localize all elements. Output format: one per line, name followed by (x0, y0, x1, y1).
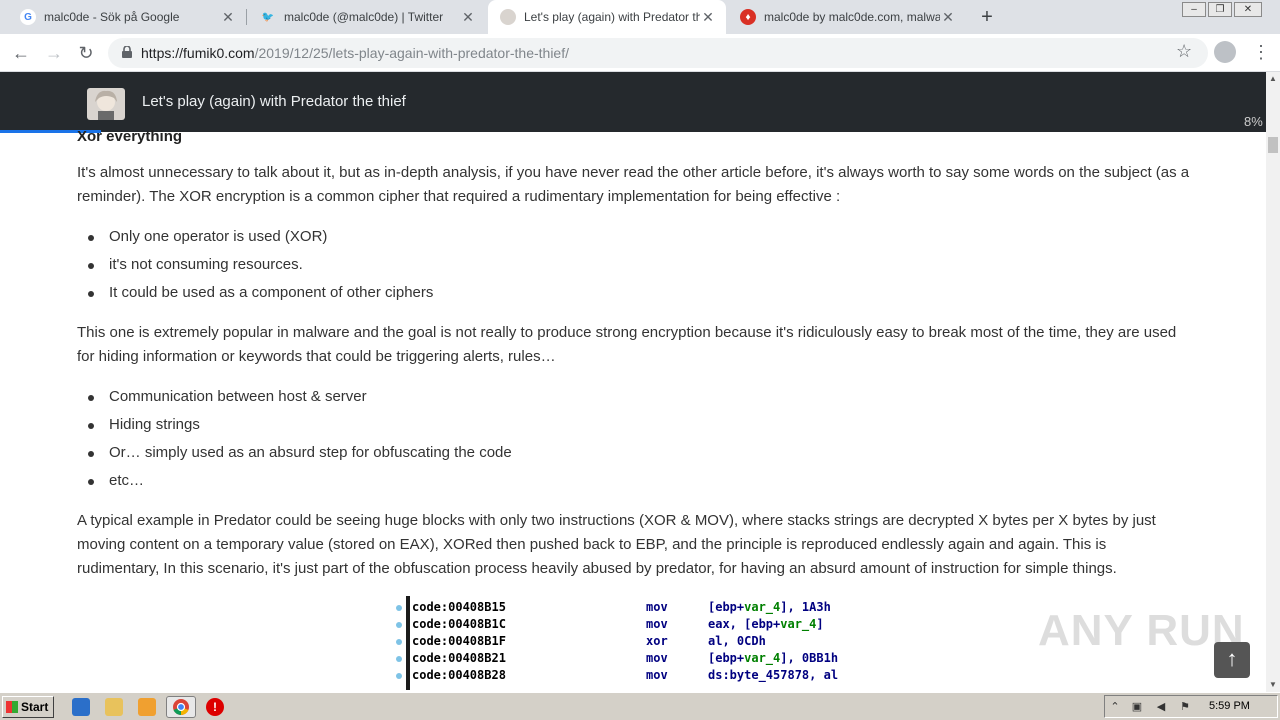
code-address: code:00408B15 (412, 600, 506, 614)
start-label: Start (21, 700, 49, 714)
paragraph-example: A typical example in Predator could be s… (77, 512, 1156, 577)
minimize-icon[interactable]: – (1182, 2, 1206, 17)
clock-time[interactable]: 5:59 PM (1209, 700, 1250, 712)
breakpoint-dot-icon (396, 656, 402, 662)
close-window-icon[interactable]: ✕ (1234, 2, 1262, 17)
restore-icon[interactable]: ❐ (1208, 2, 1232, 17)
breakpoint-dot-icon (396, 673, 402, 679)
scrollbar-thumb[interactable] (1268, 137, 1278, 153)
site-header: Let's play (again) with Predator the thi… (0, 72, 1266, 132)
bookmark-star-icon[interactable]: ☆ (1176, 41, 1192, 62)
tray-expand-icon[interactable]: ⌃ (1109, 701, 1121, 713)
windows-taskbar: Start ! ⌃ ▣ ◀ ⚑ 5:59 PM (0, 692, 1280, 720)
code-address: code:00408B1C (412, 617, 506, 631)
profile-avatar-icon[interactable] (1214, 41, 1236, 63)
close-icon[interactable]: ✕ (700, 9, 716, 26)
url-text: https://fumik0.com/2019/12/25/lets-play-… (141, 45, 569, 61)
code-line: code:00408B1C mov eax, [ebp+var_4] (396, 617, 876, 634)
close-icon[interactable]: ✕ (940, 9, 956, 26)
forward-icon[interactable]: → (43, 42, 65, 64)
site-title[interactable]: Let's play (again) with Predator the thi… (142, 93, 406, 110)
url-host: https://fumik0.com (141, 45, 255, 61)
bullet-list-uses: Communication between host & server Hidi… (88, 385, 512, 497)
start-button[interactable]: Start (2, 696, 54, 718)
reload-icon[interactable]: ↻ (75, 42, 97, 64)
ie-icon[interactable] (72, 698, 90, 716)
tab-title: malc0de by malc0de.com, malware I (764, 10, 940, 24)
code-operands: al, 0CDh (708, 634, 766, 648)
code-operands: eax, [ebp+var_4] (708, 617, 824, 631)
paragraph-intro: It's almost unnecessary to talk about it… (77, 164, 1190, 205)
explorer-folder-icon[interactable] (105, 698, 123, 716)
code-mnemonic: mov (646, 600, 668, 614)
window-controls: – ❐ ✕ (1180, 2, 1262, 17)
code-address: code:00408B21 (412, 651, 506, 665)
windows-logo-icon (6, 701, 18, 713)
vertical-scrollbar[interactable]: ▲ ▼ (1266, 72, 1280, 692)
system-tray: ⌃ ▣ ◀ ⚑ 5:59 PM (1104, 695, 1278, 718)
close-icon[interactable]: ✕ (460, 9, 476, 26)
tab-strip: G malc0de - Sök på Google ✕ 🐦 malc0de (@… (0, 0, 1280, 34)
chrome-taskbar-button[interactable] (166, 696, 196, 718)
tab-title: Let's play (again) with Predator the thi… (524, 10, 700, 24)
tab-google-search[interactable]: G malc0de - Sök på Google ✕ (8, 0, 246, 34)
list-item: Hiding strings (88, 413, 512, 441)
menu-kebab-icon[interactable]: ⋮ (1252, 42, 1270, 62)
breakpoint-dot-icon (396, 605, 402, 611)
code-operands: [ebp+var_4], 1A3h (708, 600, 831, 614)
url-path: /2019/12/25/lets-play-again-with-predato… (254, 45, 569, 61)
code-mnemonic: mov (646, 617, 668, 631)
list-item: It could be used as a component of other… (87, 281, 433, 309)
browser-toolbar: ← → ↻ https://fumik0.com/2019/12/25/lets… (0, 34, 1280, 72)
address-bar[interactable]: https://fumik0.com/2019/12/25/lets-play-… (108, 38, 1208, 68)
section-heading: Xor everything (77, 128, 183, 145)
volume-icon[interactable]: ◀ (1155, 701, 1167, 713)
breakpoint-dot-icon (396, 622, 402, 628)
code-operands: ds:byte_457878, al (708, 668, 839, 682)
twitter-icon: 🐦 (261, 11, 275, 23)
scroll-to-top-button[interactable]: ↑ (1214, 642, 1250, 678)
reading-progress-text: 8% (1244, 114, 1263, 129)
breakpoint-dot-icon (396, 639, 402, 645)
code-operands: [ebp+var_4], 0BB1h (708, 651, 839, 665)
site-icon (500, 9, 516, 25)
list-item: etc… (88, 469, 512, 497)
site-logo[interactable] (87, 88, 125, 120)
google-icon: G (20, 9, 36, 25)
code-mnemonic: mov (646, 651, 668, 665)
alert-app-icon[interactable]: ! (206, 698, 224, 716)
code-mnemonic: xor (646, 634, 668, 648)
tab-twitter[interactable]: 🐦 malc0de (@malc0de) | Twitter ✕ (248, 0, 486, 34)
code-line: code:00408B28 mov ds:byte_457878, al (396, 668, 876, 685)
list-item: Only one operator is used (XOR) (87, 225, 433, 253)
code-line: code:00408B21 mov [ebp+var_4], 0BB1h (396, 651, 876, 668)
chrome-icon (173, 699, 189, 716)
tab-title: malc0de - Sök på Google (44, 10, 180, 24)
code-line: code:00408B15 mov [ebp+var_4], 1A3h (396, 600, 876, 617)
close-icon[interactable]: ✕ (220, 9, 236, 26)
scroll-up-icon[interactable]: ▲ (1266, 72, 1280, 86)
code-line: code:00408B1F xor al, 0CDh (396, 634, 876, 651)
tab-malc0de[interactable]: ♦ malc0de by malc0de.com, malware I ✕ (728, 0, 966, 34)
list-item: it's not consuming resources. (87, 253, 433, 281)
tab-predator-article[interactable]: Let's play (again) with Predator the thi… (488, 0, 726, 34)
scroll-down-icon[interactable]: ▼ (1266, 678, 1280, 692)
lock-icon (122, 46, 132, 58)
network-icon[interactable]: ▣ (1131, 701, 1143, 713)
back-icon[interactable]: ← (10, 42, 32, 64)
disassembly-image: code:00408B15 mov [ebp+var_4], 1A3h code… (396, 590, 876, 690)
code-address: code:00408B1F (412, 634, 506, 648)
code-address: code:00408B28 (412, 668, 506, 682)
tab-separator (246, 9, 247, 25)
new-tab-button[interactable]: + (976, 6, 998, 29)
code-mnemonic: mov (646, 668, 668, 682)
shield-icon: ♦ (740, 9, 756, 25)
paragraph-usage: This one is extremely popular in malware… (77, 324, 1177, 365)
list-item: Or… simply used as an absurd step for ob… (88, 441, 512, 469)
list-item: Communication between host & server (88, 385, 512, 413)
tab-title: malc0de (@malc0de) | Twitter (284, 10, 444, 24)
bullet-list-properties: Only one operator is used (XOR) it's not… (87, 225, 433, 309)
action-center-flag-icon[interactable]: ⚑ (1179, 701, 1191, 713)
media-player-icon[interactable] (138, 698, 156, 716)
